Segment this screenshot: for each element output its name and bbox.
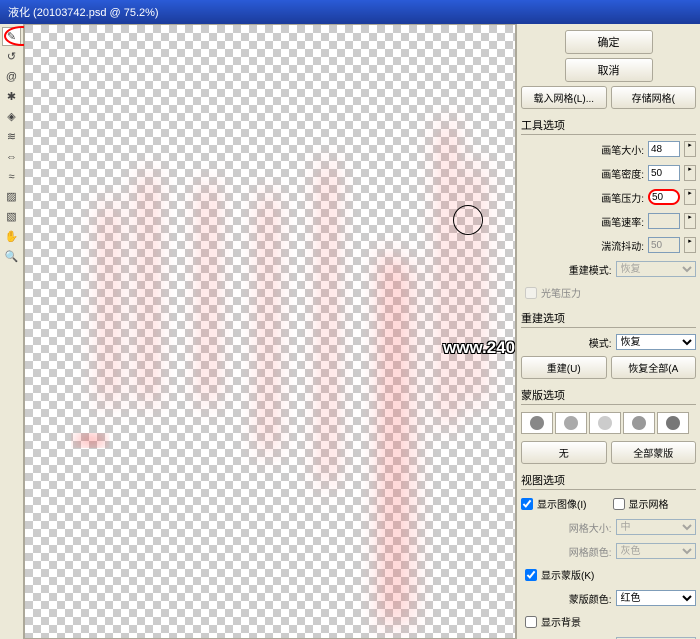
reconstruct-tool[interactable]: ↺ — [2, 47, 21, 66]
watermark-text: www.240ps.com — [443, 338, 516, 358]
svg-text:240ps: 240ps — [75, 435, 106, 447]
load-mesh-button[interactable]: 载入网格(L)... — [521, 86, 607, 109]
tool-palette: ✎ ↺ @ ✱ ◈ ≋ ⇔ ≈ ▨ ▧ ✋ 🔍 — [0, 24, 24, 639]
ok-button[interactable]: 确定 — [565, 30, 653, 54]
show-mesh-label: 显示网格 — [629, 496, 669, 511]
mask-subtract-button[interactable] — [589, 412, 621, 434]
restore-all-button[interactable]: 恢复全部(A — [611, 356, 697, 379]
show-mesh-checkbox[interactable] — [613, 498, 625, 510]
save-mesh-button[interactable]: 存储网格( — [611, 86, 697, 109]
show-mask-checkbox[interactable] — [525, 569, 537, 581]
show-bg-label: 显示背景 — [541, 614, 581, 629]
artwork-layer: 240ps 240ps — [25, 25, 515, 638]
window-title-bar: 液化 (20103742.psd @ 75.2%) — [0, 0, 700, 24]
mask-options-section: 蒙版选项 — [521, 387, 696, 405]
mask-all-button[interactable]: 全部蒙版 — [611, 441, 697, 464]
turbulence-input — [648, 237, 680, 253]
brush-size-label: 画笔大小: — [533, 142, 644, 157]
mask-intersect-button[interactable] — [623, 412, 655, 434]
brush-density-input[interactable] — [648, 165, 680, 181]
reconstruct-options-section: 重建选项 — [521, 310, 696, 328]
thaw-mask-tool[interactable]: ▧ — [2, 207, 21, 226]
mask-color-label: 蒙版颜色: — [533, 591, 612, 606]
forward-warp-tool[interactable]: ✎ — [2, 27, 21, 46]
push-left-tool[interactable]: ≋ — [2, 127, 21, 146]
hand-tool[interactable]: ✋ — [2, 227, 21, 246]
twirl-tool[interactable]: @ — [2, 67, 21, 86]
mask-add-button[interactable] — [555, 412, 587, 434]
mirror-tool[interactable]: ⇔ — [2, 147, 21, 166]
window-title: 液化 (20103742.psd @ 75.2%) — [8, 4, 159, 20]
mask-invert-button[interactable] — [657, 412, 689, 434]
turbulence-tool[interactable]: ≈ — [2, 167, 21, 186]
brush-cursor — [453, 205, 483, 235]
show-image-checkbox[interactable] — [521, 498, 533, 510]
tool-options-section: 工具选项 — [521, 117, 696, 135]
mode-label: 模式: — [533, 335, 612, 350]
options-panel: 确定 取消 载入网格(L)... 存储网格( 工具选项 画笔大小: ▸ 画笔密度… — [516, 24, 700, 639]
canvas-preview[interactable]: 240ps 240ps www.240ps.com — [24, 24, 516, 639]
pucker-tool[interactable]: ✱ — [2, 87, 21, 106]
turbulence-spinner[interactable]: ▸ — [684, 237, 696, 253]
mode-select[interactable]: 恢复 — [616, 334, 697, 350]
show-mask-label: 显示蒙版(K) — [541, 567, 594, 582]
stylus-pressure-label: 光笔压力 — [541, 285, 581, 300]
cancel-button[interactable]: 取消 — [565, 58, 653, 82]
brush-size-spinner[interactable]: ▸ — [684, 141, 696, 157]
mesh-size-label: 网格大小: — [533, 520, 612, 535]
bloat-tool[interactable]: ◈ — [2, 107, 21, 126]
mesh-size-select: 中 — [616, 519, 697, 535]
brush-density-spinner[interactable]: ▸ — [684, 165, 696, 181]
stylus-pressure-checkbox — [525, 287, 537, 299]
freeze-mask-tool[interactable]: ▨ — [2, 187, 21, 206]
brush-rate-label: 画笔速率: — [533, 214, 644, 229]
turbulence-label: 湍流抖动: — [533, 238, 644, 253]
zoom-tool[interactable]: 🔍 — [2, 247, 21, 266]
show-image-label: 显示图像(I) — [537, 496, 586, 511]
brush-rate-spinner[interactable]: ▸ — [684, 213, 696, 229]
brush-size-input[interactable] — [648, 141, 680, 157]
brush-rate-input — [648, 213, 680, 229]
brush-pressure-spinner[interactable]: ▸ — [684, 189, 696, 205]
view-options-section: 视图选项 — [521, 472, 696, 490]
show-bg-checkbox[interactable] — [525, 616, 537, 628]
mask-replace-button[interactable] — [521, 412, 553, 434]
mask-color-select[interactable]: 红色 — [616, 590, 697, 606]
brush-density-label: 画笔密度: — [533, 166, 644, 181]
mesh-color-label: 网格颜色: — [533, 544, 612, 559]
mask-none-button[interactable]: 无 — [521, 441, 607, 464]
reconstruct-button[interactable]: 重建(U) — [521, 356, 607, 379]
brush-pressure-input[interactable] — [648, 189, 680, 205]
reconstruct-mode-label: 重建模式: — [533, 262, 612, 277]
reconstruct-mode-select: 恢复 — [616, 261, 697, 277]
mesh-color-select: 灰色 — [616, 543, 697, 559]
brush-pressure-label: 画笔压力: — [533, 190, 644, 205]
